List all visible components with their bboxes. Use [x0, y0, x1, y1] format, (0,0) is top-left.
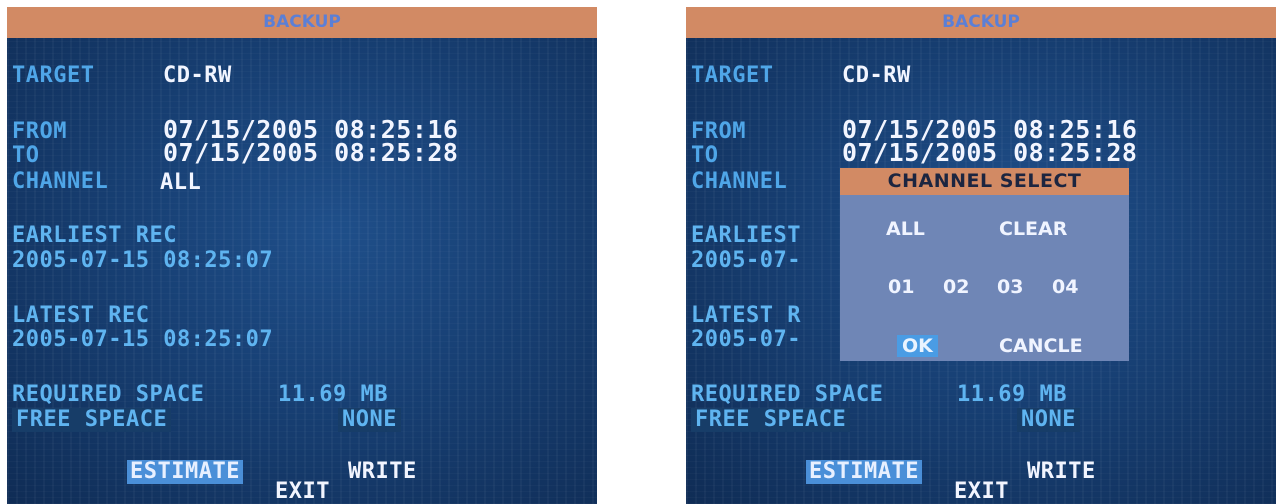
- required-space-label: REQUIRED SPACE: [12, 382, 205, 407]
- target-label: TARGET: [12, 63, 95, 88]
- channel-04-toggle[interactable]: 04: [1052, 276, 1078, 298]
- required-space-label: REQUIRED SPACE: [691, 382, 884, 407]
- target-label: TARGET: [691, 63, 774, 88]
- exit-button[interactable]: EXIT: [954, 480, 1009, 504]
- channel-01-toggle[interactable]: 01: [888, 276, 914, 298]
- all-button[interactable]: ALL: [886, 218, 925, 240]
- free-space-value: NONE: [1017, 408, 1080, 432]
- latest-rec-label: LATEST REC: [12, 303, 150, 328]
- to-value[interactable]: 07/15/2005 08:25:28: [842, 140, 1137, 166]
- earliest-rec-value: 2005-07-15 08:25:07: [12, 248, 274, 273]
- backup-screen-right: BACKUP TARGET CD-RW FROM 07/15/2005 08:2…: [686, 7, 1276, 504]
- to-label: TO: [691, 143, 719, 168]
- latest-rec-value: 2005-07-15 08:25:07: [12, 327, 274, 352]
- channel-label: CHANNEL: [12, 169, 109, 194]
- clear-button[interactable]: CLEAR: [999, 218, 1067, 240]
- write-button[interactable]: WRITE: [348, 460, 417, 484]
- target-value[interactable]: CD-RW: [163, 64, 232, 88]
- channel-02-toggle[interactable]: 02: [943, 276, 969, 298]
- earliest-rec-label: EARLIEST: [691, 223, 801, 248]
- earliest-rec-label: EARLIEST REC: [12, 223, 177, 248]
- from-label: FROM: [12, 119, 67, 144]
- write-button[interactable]: WRITE: [1027, 460, 1096, 484]
- latest-rec-value: 2005-07-: [691, 327, 801, 352]
- channel-03-toggle[interactable]: 03: [997, 276, 1023, 298]
- screen-title: BACKUP: [7, 7, 597, 38]
- backup-screen-left: BACKUP TARGET CD-RW FROM 07/15/2005 08:2…: [7, 7, 597, 504]
- dialog-title: CHANNEL SELECT: [840, 168, 1129, 195]
- latest-rec-label: LATEST R: [691, 303, 801, 328]
- ok-button[interactable]: OK: [897, 335, 938, 357]
- channel-value[interactable]: ALL: [160, 171, 201, 195]
- free-space-label: FREE SPEACE: [691, 408, 851, 432]
- cancel-button[interactable]: CANCLE: [999, 335, 1083, 357]
- earliest-rec-value: 2005-07-: [691, 248, 801, 273]
- exit-button[interactable]: EXIT: [275, 480, 330, 504]
- from-label: FROM: [691, 119, 746, 144]
- estimate-button[interactable]: ESTIMATE: [806, 460, 922, 484]
- required-space-value: 11.69 MB: [957, 382, 1067, 407]
- target-value[interactable]: CD-RW: [842, 64, 911, 88]
- free-space-value: NONE: [338, 408, 401, 432]
- screen-title: BACKUP: [686, 7, 1276, 38]
- required-space-value: 11.69 MB: [278, 382, 388, 407]
- channel-label: CHANNEL: [691, 169, 788, 194]
- channel-select-dialog: CHANNEL SELECT ALL CLEAR 01 02 03 04 OK …: [840, 168, 1129, 361]
- to-label: TO: [12, 143, 40, 168]
- estimate-button[interactable]: ESTIMATE: [127, 460, 243, 484]
- free-space-label: FREE SPEACE: [12, 408, 172, 432]
- to-value[interactable]: 07/15/2005 08:25:28: [163, 140, 458, 166]
